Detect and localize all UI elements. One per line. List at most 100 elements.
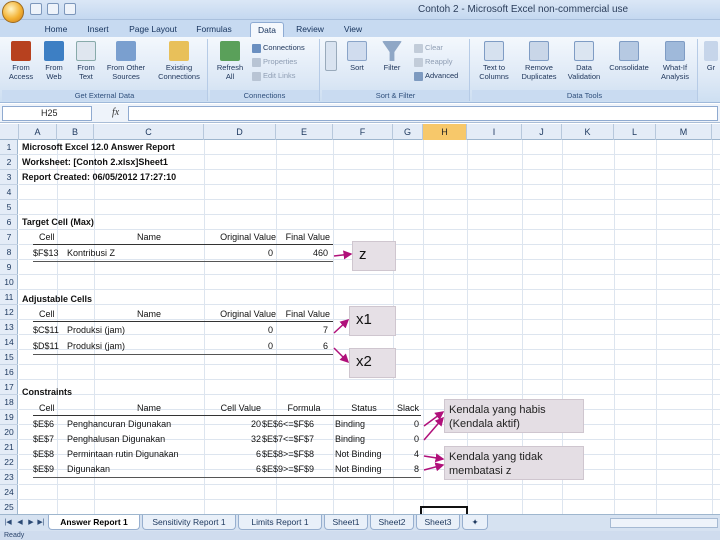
edit-links-button[interactable]: Edit Links [252,71,296,81]
column-header[interactable]: L [614,124,656,140]
row-header[interactable]: 9 [0,260,18,275]
tab-formulas[interactable]: Formulas [190,22,238,37]
row-header[interactable]: 21 [0,440,18,455]
what-if-analysis-button[interactable]: What-If Analysis [654,39,696,81]
table-bottom-rule [33,477,421,478]
from-other-sources-button[interactable]: From Other Sources [102,39,150,81]
horizontal-scrollbar[interactable] [610,518,718,528]
row-header[interactable]: 22 [0,455,18,470]
last-sheet-icon[interactable]: ▶| [36,518,46,528]
row-header[interactable]: 17 [0,380,18,395]
row-header[interactable]: 5 [0,200,18,215]
row-header[interactable]: 16 [0,365,18,380]
filter-button[interactable]: Filter [376,39,408,72]
column-header[interactable]: D [204,124,276,140]
group-button[interactable]: Gr [702,39,720,72]
row-header[interactable]: 19 [0,410,18,425]
column-header[interactable]: B [57,124,94,140]
row-header[interactable]: 13 [0,320,18,335]
clear-button[interactable]: Clear [414,43,443,53]
from-web-button[interactable]: From Web [38,39,70,81]
row-header[interactable]: 24 [0,485,18,500]
row-header[interactable]: 18 [0,395,18,410]
properties-button[interactable]: Properties [252,57,297,67]
tab-insert[interactable]: Insert [78,22,118,37]
row-header[interactable]: 6 [0,215,18,230]
formula-input[interactable] [128,106,718,121]
consolidate-button[interactable]: Consolidate [606,39,652,72]
table-bottom-rule [33,261,333,262]
column-header[interactable]: M [656,124,712,140]
sort-az-button[interactable] [324,39,338,73]
tab-page-layout[interactable]: Page Layout [122,22,184,37]
row-header[interactable]: 7 [0,230,18,245]
row-header[interactable]: 2 [0,155,18,170]
sheet-tab-sensitivity-report-1[interactable]: Sensitivity Report 1 [142,515,236,530]
existing-connections-button[interactable]: Existing Connections [152,39,206,81]
row-header[interactable]: 10 [0,275,18,290]
row-header[interactable]: 15 [0,350,18,365]
text-file-icon [76,41,96,61]
text-to-columns-button[interactable]: Text to Columns [474,39,514,81]
reapply-button[interactable]: Reapply [414,57,453,67]
next-sheet-icon[interactable]: ▶ [26,518,36,528]
select-all-corner[interactable] [0,124,19,140]
column-header[interactable]: K [562,124,614,140]
row-header[interactable]: 1 [0,140,18,155]
constraint-cell-ref: $E$9 [33,464,55,474]
data-validation-button[interactable]: Data Validation [564,39,604,81]
remove-duplicates-icon [529,41,549,61]
column-header[interactable]: A [19,124,57,140]
sheet-tab-sheet2[interactable]: Sheet2 [370,515,414,530]
gridline-vertical [423,140,424,514]
save-icon[interactable] [30,3,42,15]
undo-icon[interactable] [47,3,59,15]
connections-button[interactable]: Connections [252,43,305,53]
sheet-tab-sheet3[interactable]: Sheet3 [416,515,460,530]
sheet-tab-limits-report-1[interactable]: Limits Report 1 [238,515,322,530]
sheet-tab-answer-report-1[interactable]: Answer Report 1 [48,515,140,530]
table-header-rule [33,244,333,245]
tab-data[interactable]: Data [250,22,284,37]
redo-icon[interactable] [64,3,76,15]
remove-duplicates-button[interactable]: Remove Duplicates [516,39,562,81]
constraint-formula: $E$7<=$F$7 [262,434,315,444]
column-header[interactable]: F [333,124,393,140]
name-box[interactable]: H25 [2,106,92,121]
tab-review[interactable]: Review [290,22,330,37]
advanced-button[interactable]: Advanced [414,71,458,81]
row-header[interactable]: 23 [0,470,18,485]
group-label: Connections [210,90,319,101]
column-header-selected[interactable]: H [423,124,467,140]
row-header[interactable]: 4 [0,185,18,200]
fx-icon[interactable]: fx [112,107,119,118]
sort-button[interactable]: Sort [342,39,372,72]
first-sheet-icon[interactable]: |◀ [3,518,13,528]
insert-sheet-icon[interactable]: ✦ [462,515,488,530]
row-header[interactable]: 11 [0,290,18,305]
refresh-all-button[interactable]: Refresh All [212,39,248,81]
group-connections: Refresh All Connections Properties Edit … [210,39,320,101]
prev-sheet-icon[interactable]: ◀ [15,518,25,528]
row-header[interactable]: 12 [0,305,18,320]
sheet-tab-sheet1[interactable]: Sheet1 [324,515,368,530]
row-header[interactable]: 8 [0,245,18,260]
tab-home[interactable]: Home [36,22,76,37]
column-header[interactable]: E [276,124,333,140]
row-header[interactable]: 25 [0,500,18,515]
column-header[interactable]: I [467,124,522,140]
ribbon: From Access From Web From Text From Othe… [0,37,720,103]
gridline-horizontal [19,394,720,395]
from-access-button[interactable]: From Access [4,39,38,81]
office-button[interactable] [2,1,24,23]
row-header[interactable]: 20 [0,425,18,440]
gridline-horizontal [19,214,720,215]
row-header[interactable]: 3 [0,170,18,185]
constraint-slack: 0 [413,419,419,429]
column-header[interactable]: C [94,124,204,140]
column-header[interactable]: J [522,124,562,140]
column-header[interactable]: G [393,124,423,140]
row-header[interactable]: 14 [0,335,18,350]
tab-view[interactable]: View [336,22,370,37]
from-text-button[interactable]: From Text [70,39,102,81]
